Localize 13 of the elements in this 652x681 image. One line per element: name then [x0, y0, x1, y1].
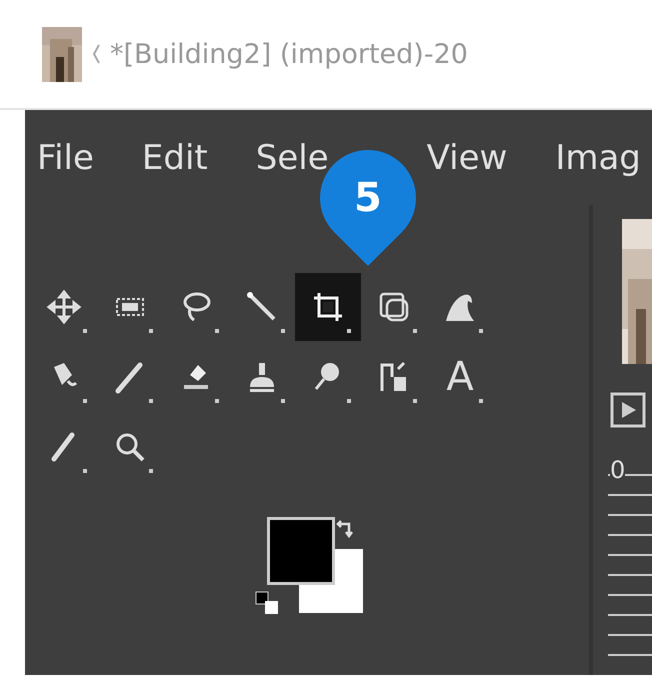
swap-arrow-icon[interactable] — [335, 519, 355, 539]
menu-item[interactable]: Sele — [256, 138, 329, 178]
tool-button[interactable]: A — [427, 343, 493, 411]
play-button-icon[interactable] — [610, 392, 646, 428]
tool-button[interactable] — [295, 273, 361, 341]
color-swatches-drawing[interactable] — [267, 517, 363, 613]
window-title: *[Building2] (imported)-20 — [110, 38, 468, 70]
menu-item[interactable]: View — [426, 138, 508, 178]
menu-item[interactable]: Imag — [555, 138, 641, 178]
default-colors-icon[interactable] — [255, 591, 279, 615]
move-icon — [46, 289, 82, 325]
menu-item[interactable]: File — [37, 138, 94, 178]
menu-item[interactable]: Edit — [142, 138, 208, 178]
